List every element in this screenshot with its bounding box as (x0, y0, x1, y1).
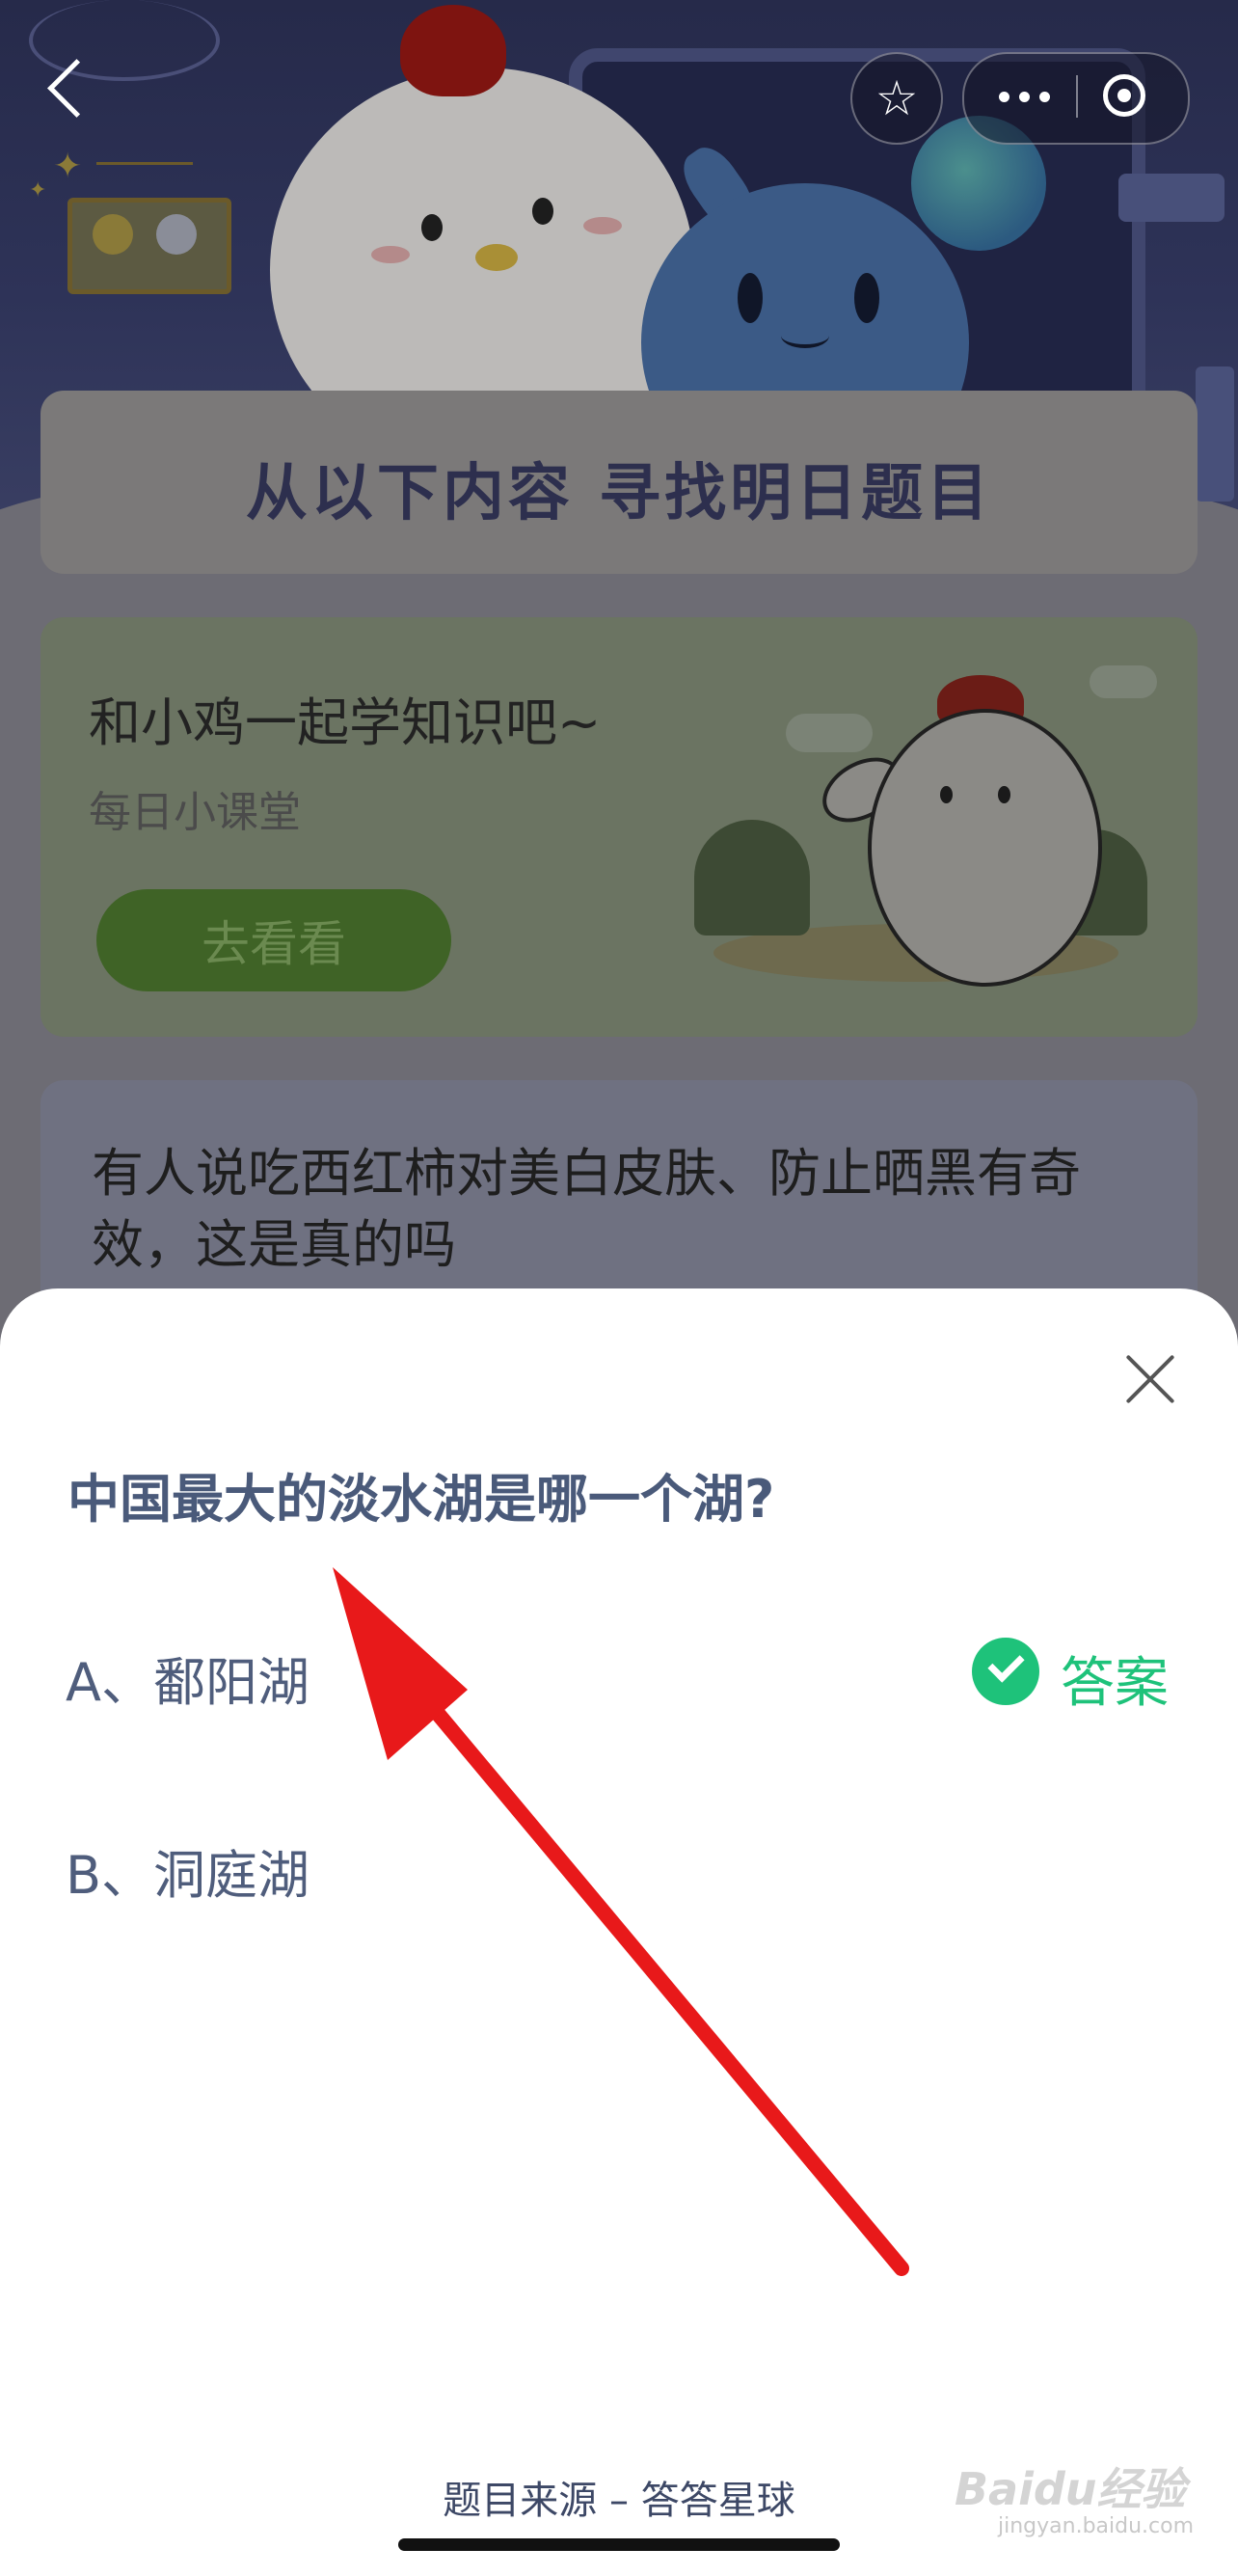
decorative-ring (29, 0, 220, 81)
medal-frame (67, 198, 231, 294)
watermark-brand: Baidu经验 (955, 2463, 1186, 2515)
alien-eye (738, 273, 763, 323)
alien-eye (854, 273, 879, 323)
more-dots-icon[interactable] (974, 52, 1075, 141)
home-indicator[interactable] (398, 2538, 840, 2551)
sparkle-icon: ✦ (29, 178, 47, 203)
lesson-subtitle: 每日小课堂 (89, 788, 301, 837)
blackboard-rail (1118, 174, 1225, 222)
gold-medal-icon (93, 214, 133, 255)
question-card-text: 有人说吃西红柿对美白皮肤、防止晒黑有奇效，这是真的吗 (92, 1143, 1081, 1275)
capsule-divider (1076, 75, 1078, 118)
cloud (1090, 665, 1157, 698)
close-miniprogram-target-icon[interactable] (1103, 74, 1145, 117)
check-circle-icon (972, 1638, 1039, 1705)
chick-comb (400, 5, 506, 96)
sparkle-icon: ✦ (53, 147, 83, 186)
close-icon[interactable] (1121, 1350, 1179, 1408)
chick-eye (532, 198, 553, 225)
alien-mouth (781, 323, 829, 348)
chick-eye (940, 786, 953, 803)
chick-beak (475, 244, 518, 271)
favorite-star-icon[interactable]: ☆ (850, 52, 943, 145)
chick-blush (371, 246, 410, 263)
chick-eye (998, 786, 1010, 803)
go-see-button[interactable]: 去看看 (96, 889, 451, 991)
chick-illustration (868, 709, 1102, 987)
bush (694, 820, 810, 935)
blackboard-rail (1196, 366, 1234, 502)
lesson-title: 和小鸡一起学知识吧~ (89, 692, 602, 753)
chick-blush (583, 217, 622, 234)
watermark-url: jingyan.baidu.com (998, 2514, 1195, 2538)
option-b[interactable]: B、洞庭湖 (66, 1832, 310, 1909)
header-title: 从以下内容 寻找明日题目 (245, 458, 993, 529)
chick-eye (421, 214, 443, 241)
option-a[interactable]: A、鄱阳湖 (66, 1640, 310, 1716)
silver-medal-icon (156, 214, 197, 255)
cloud (786, 714, 873, 752)
answer-label: 答案 (1061, 1652, 1169, 1715)
sheet-question: 中国最大的淡水湖是哪一个湖? (67, 1469, 775, 1530)
